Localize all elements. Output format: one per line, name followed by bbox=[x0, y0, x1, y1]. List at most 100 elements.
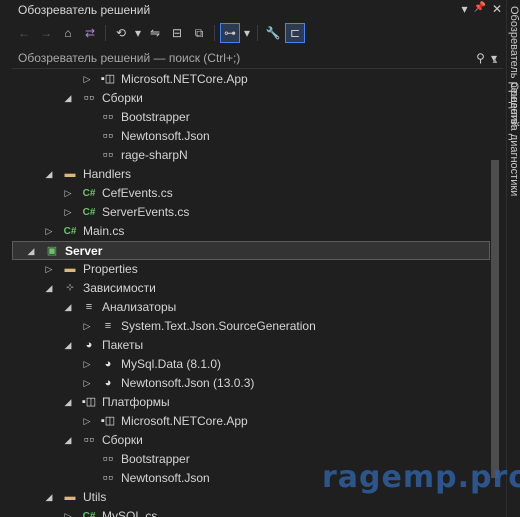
tree-row[interactable]: ◢ ▣ Server bbox=[12, 241, 490, 260]
expand-arrow-icon[interactable]: ▷ bbox=[43, 222, 55, 241]
cs-icon: C# bbox=[63, 226, 77, 237]
pkg-icon: ◕ bbox=[104, 358, 112, 370]
tree-item-label: Анализаторы bbox=[102, 300, 177, 314]
collapse-arrow-icon[interactable]: ◢ bbox=[62, 431, 74, 450]
solution-tree: ▷ ▪◫ Microsoft.NETCore.App ◢ ▫▫ Сборки ▫▫ Boots… bbox=[12, 70, 490, 517]
tree-item-label: MySql.Data (8.1.0) bbox=[121, 357, 222, 371]
pkg-icon: ◕ bbox=[104, 377, 112, 389]
expand-arrow-icon[interactable]: ▷ bbox=[43, 260, 55, 279]
tree-item-label: Newtonsoft.Json bbox=[121, 471, 210, 485]
tree-row[interactable]: ▷ ▪◫ Microsoft.NETCore.App bbox=[12, 70, 490, 89]
proj-icon: ▣ bbox=[46, 245, 58, 257]
search-icon[interactable]: ⚲ bbox=[476, 51, 485, 65]
expand-arrow-icon[interactable]: ▷ bbox=[81, 317, 93, 336]
tree-row[interactable]: ◢ ▬ Handlers bbox=[12, 165, 490, 184]
scrollbar-thumb[interactable] bbox=[491, 160, 499, 478]
tree-row[interactable]: ▷ ◕ Newtonsoft.Json (13.0.3) bbox=[12, 374, 490, 393]
chevron-down-icon[interactable]: ▾ bbox=[133, 23, 143, 43]
collapse-arrow-icon[interactable]: ◢ bbox=[62, 393, 74, 412]
forward-icon[interactable]: → bbox=[36, 23, 56, 43]
collapse-arrow-icon[interactable]: ◢ bbox=[43, 165, 55, 184]
tree-row[interactable]: ◢ ◕ Пакеты bbox=[12, 336, 490, 355]
tree-item-label: Newtonsoft.Json (13.0.3) bbox=[121, 376, 255, 390]
ref-icon: ▫▫ bbox=[102, 131, 114, 141]
tree-row[interactable]: ▷ ▪◫ Microsoft.NETCore.App bbox=[12, 412, 490, 431]
side-tab-diagnostics[interactable]: Средства диагностики bbox=[508, 82, 520, 196]
expand-arrow-icon[interactable]: ▷ bbox=[81, 70, 93, 89]
expand-arrow-icon[interactable]: ▷ bbox=[81, 355, 93, 374]
title-bar: Обозреватель решений ▾ 📌 ✕ bbox=[0, 0, 506, 20]
pkg-icon: ▪◫ bbox=[100, 73, 116, 85]
expand-arrow-icon[interactable]: ▷ bbox=[81, 374, 93, 393]
folder-icon: ▬ bbox=[64, 168, 76, 180]
collapse-arrow-icon[interactable]: ◢ bbox=[62, 298, 74, 317]
ref-icon: ▫▫ bbox=[102, 112, 114, 122]
tree-item-label: Зависимости bbox=[83, 281, 156, 295]
cs-icon: C# bbox=[82, 511, 96, 517]
tree-item-label: MySQL.cs bbox=[102, 509, 158, 517]
ref-icon: ▫▫ bbox=[102, 454, 114, 464]
analyzer-icon: ≡ bbox=[104, 320, 112, 332]
tree-row[interactable]: ▫▫ Newtonsoft.Json bbox=[12, 127, 490, 146]
tree-row[interactable]: ▷ C# CefEvents.cs bbox=[12, 184, 490, 203]
collapse-arrow-icon[interactable]: ◢ bbox=[25, 242, 37, 261]
pin-icon[interactable]: 📌 bbox=[473, 2, 485, 16]
sync-icon[interactable]: ⇋ bbox=[145, 23, 165, 43]
expand-arrow-icon[interactable]: ▷ bbox=[81, 412, 93, 431]
tree-row[interactable]: ◢ ≡ Анализаторы bbox=[12, 298, 490, 317]
tree-item-label: Сборки bbox=[102, 91, 143, 105]
properties-icon[interactable]: 🔧 bbox=[263, 23, 283, 43]
chevron-down-icon[interactable]: ▾ bbox=[242, 23, 252, 43]
tree-row[interactable]: ◢ ▫▫ Сборки bbox=[12, 89, 490, 108]
expand-arrow-icon[interactable]: ▷ bbox=[62, 184, 74, 203]
close-icon[interactable]: ✕ bbox=[492, 2, 502, 16]
expand-arrow-icon[interactable]: ▷ bbox=[62, 203, 74, 222]
expand-arrow-icon[interactable]: ▷ bbox=[62, 507, 74, 517]
ref-icon: ⊹ bbox=[66, 283, 74, 293]
tree-row[interactable]: ◢ ▪◫ Платформы bbox=[12, 393, 490, 412]
tree-row[interactable]: ▷ ▬ Properties bbox=[12, 260, 490, 279]
dropdown-icon[interactable]: ▾ bbox=[461, 2, 467, 16]
scroll-up-icon[interactable]: ▲ bbox=[491, 56, 499, 65]
analyzer-icon: ≡ bbox=[85, 301, 93, 313]
tree-row[interactable]: ▷ C# MySQL.cs bbox=[12, 507, 490, 517]
tree-row[interactable]: ▷ ◕ MySql.Data (8.1.0) bbox=[12, 355, 490, 374]
collapse-arrow-icon[interactable]: ◢ bbox=[43, 279, 55, 298]
tree-item-label: System.Text.Json.SourceGeneration bbox=[121, 319, 316, 333]
panel-title: Обозреватель решений bbox=[18, 3, 151, 17]
tree-row[interactable]: ◢ ▫▫ Сборки bbox=[12, 431, 490, 450]
ref-icon: ▫▫ bbox=[83, 435, 95, 445]
collapse-arrow-icon[interactable]: ◢ bbox=[62, 89, 74, 108]
tree-item-label: Microsoft.NETCore.App bbox=[121, 72, 248, 86]
collapse-arrow-icon[interactable]: ◢ bbox=[62, 336, 74, 355]
tree-item-label: ServerEvents.cs bbox=[102, 205, 190, 219]
switch-views-icon[interactable]: ⇄ bbox=[80, 23, 100, 43]
tree-row[interactable]: ▷ C# Main.cs bbox=[12, 222, 490, 241]
tree-row[interactable]: ◢ ⊹ Зависимости bbox=[12, 279, 490, 298]
tree-item-label: Properties bbox=[83, 262, 138, 276]
view-toggle-icon[interactable]: ⊶ bbox=[220, 23, 240, 43]
search-box: ⚲ ▾ bbox=[12, 47, 503, 69]
search-input[interactable] bbox=[12, 49, 450, 66]
pkg-icon: ▪◫ bbox=[100, 415, 116, 427]
tree-item-label: CefEvents.cs bbox=[102, 186, 173, 200]
tree-row[interactable]: ▫▫ rage-sharpN bbox=[12, 146, 490, 165]
tree-item-label: Main.cs bbox=[83, 224, 125, 238]
collapse-all-icon[interactable]: ⊟ bbox=[167, 23, 187, 43]
tree-row[interactable]: ▷ C# ServerEvents.cs bbox=[12, 203, 490, 222]
pending-changes-icon[interactable]: ⟲ bbox=[111, 23, 131, 43]
tree-row[interactable]: ▷ ≡ System.Text.Json.SourceGeneration bbox=[12, 317, 490, 336]
tree-row[interactable]: ▫▫ Bootstrapper bbox=[12, 108, 490, 127]
home-icon[interactable]: ⌂ bbox=[58, 23, 78, 43]
preview-icon[interactable]: ⊏ bbox=[285, 23, 305, 43]
collapse-arrow-icon[interactable]: ◢ bbox=[43, 488, 55, 507]
tree-item-label: rage-sharpN bbox=[121, 148, 188, 162]
tree-item-label: Сборки bbox=[102, 433, 143, 447]
back-icon[interactable]: ← bbox=[14, 23, 34, 43]
toolbar: ← → ⌂ ⇄ ⟲ ▾ ⇋ ⊟ ⧉ ⊶ ▾ 🔧 ⊏ bbox=[0, 20, 506, 46]
toolbar-separator bbox=[214, 25, 215, 41]
folder-icon: ▬ bbox=[64, 491, 76, 503]
tree-item-label: Microsoft.NETCore.App bbox=[121, 414, 248, 428]
toolbar-separator bbox=[105, 25, 106, 41]
show-all-files-icon[interactable]: ⧉ bbox=[189, 23, 209, 43]
